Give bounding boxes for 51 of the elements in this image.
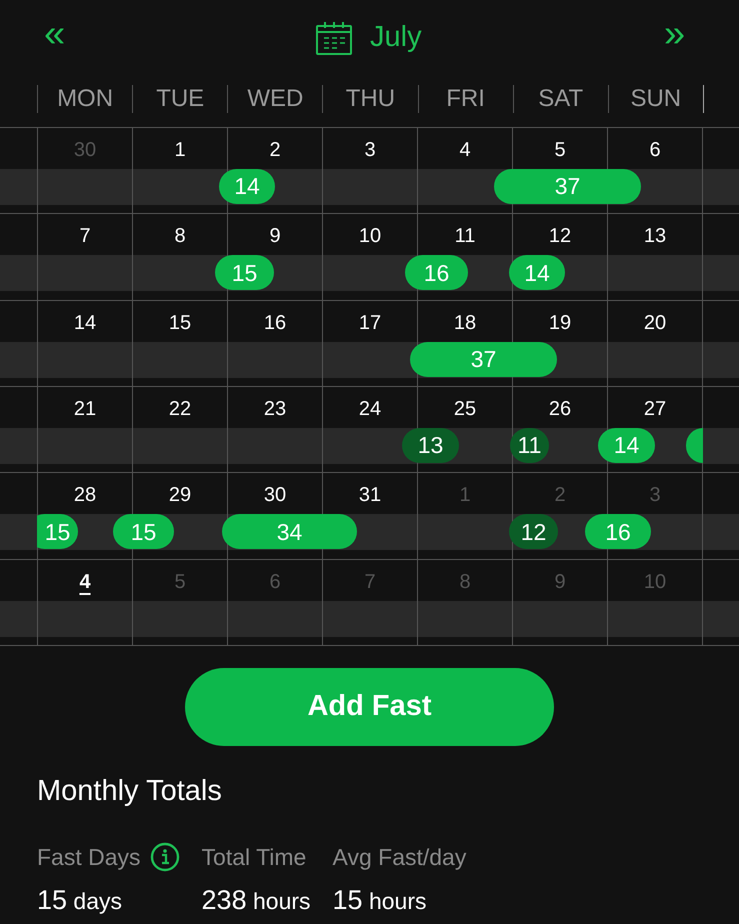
day-number[interactable]: 10	[358, 224, 382, 252]
info-icon[interactable]	[150, 842, 180, 872]
day-number[interactable]: 23	[264, 396, 286, 425]
day-number[interactable]: 25	[454, 396, 476, 425]
day-number[interactable]: 27	[644, 396, 666, 425]
day-number[interactable]: 21	[74, 396, 96, 425]
day-number[interactable]: 13	[644, 224, 666, 252]
weekday-label: FRI	[446, 84, 485, 114]
weekday-label: THU	[346, 84, 396, 114]
stat-value: 238 hours	[202, 884, 311, 917]
day-number[interactable]: 3	[364, 138, 376, 166]
day-number[interactable]: 16	[264, 310, 286, 339]
stat-label: Avg Fast/day	[332, 842, 466, 872]
next-month-button[interactable]: »	[664, 14, 686, 54]
weekday-label: SUN	[630, 84, 682, 114]
day-number[interactable]: 5	[554, 138, 566, 166]
day-number[interactable]: 29	[168, 483, 192, 512]
month-title: July	[370, 20, 422, 55]
day-number[interactable]: 14	[74, 310, 96, 339]
day-number[interactable]: 18	[454, 310, 476, 339]
day-number[interactable]: 8	[174, 224, 186, 252]
weekday-label: WED	[247, 84, 304, 114]
day-number[interactable]: 7	[79, 224, 91, 252]
day-number[interactable]: 17	[358, 310, 382, 339]
day-number[interactable]: 4	[459, 138, 471, 166]
day-number[interactable]: 15	[168, 310, 192, 339]
stat-label: Fast Days	[37, 842, 141, 872]
day-number[interactable]: 28	[74, 483, 96, 512]
weekday-label: MON	[57, 84, 114, 114]
day-number[interactable]: 24	[358, 396, 382, 425]
section-title: Monthly Totals	[37, 774, 223, 809]
calendar-icon	[316, 20, 352, 55]
day-number[interactable]: 19	[548, 310, 572, 339]
day-number[interactable]: 26	[548, 396, 572, 425]
day-number[interactable]: 6	[649, 138, 661, 166]
day-number[interactable]: 20	[644, 310, 666, 339]
stat-value: 15 hours	[332, 884, 428, 917]
previous-month-button[interactable]: «	[44, 14, 66, 54]
weekday-label: TUE	[156, 84, 204, 114]
day-number[interactable]: 30	[264, 483, 286, 512]
stat-label: Total Time	[202, 842, 306, 872]
day-number[interactable]: 31	[358, 483, 382, 512]
day-number[interactable]: 22	[168, 396, 192, 425]
weekday-label: SAT	[538, 84, 584, 114]
day-number[interactable]: 9	[269, 224, 281, 252]
day-number[interactable]: 12	[548, 224, 572, 252]
day-number[interactable]: 2	[269, 138, 281, 166]
day-number[interactable]: 4	[79, 570, 91, 598]
day-number[interactable]: 1	[174, 138, 186, 166]
stat-value: 15 days	[37, 884, 124, 917]
day-number[interactable]: 11	[454, 224, 476, 252]
